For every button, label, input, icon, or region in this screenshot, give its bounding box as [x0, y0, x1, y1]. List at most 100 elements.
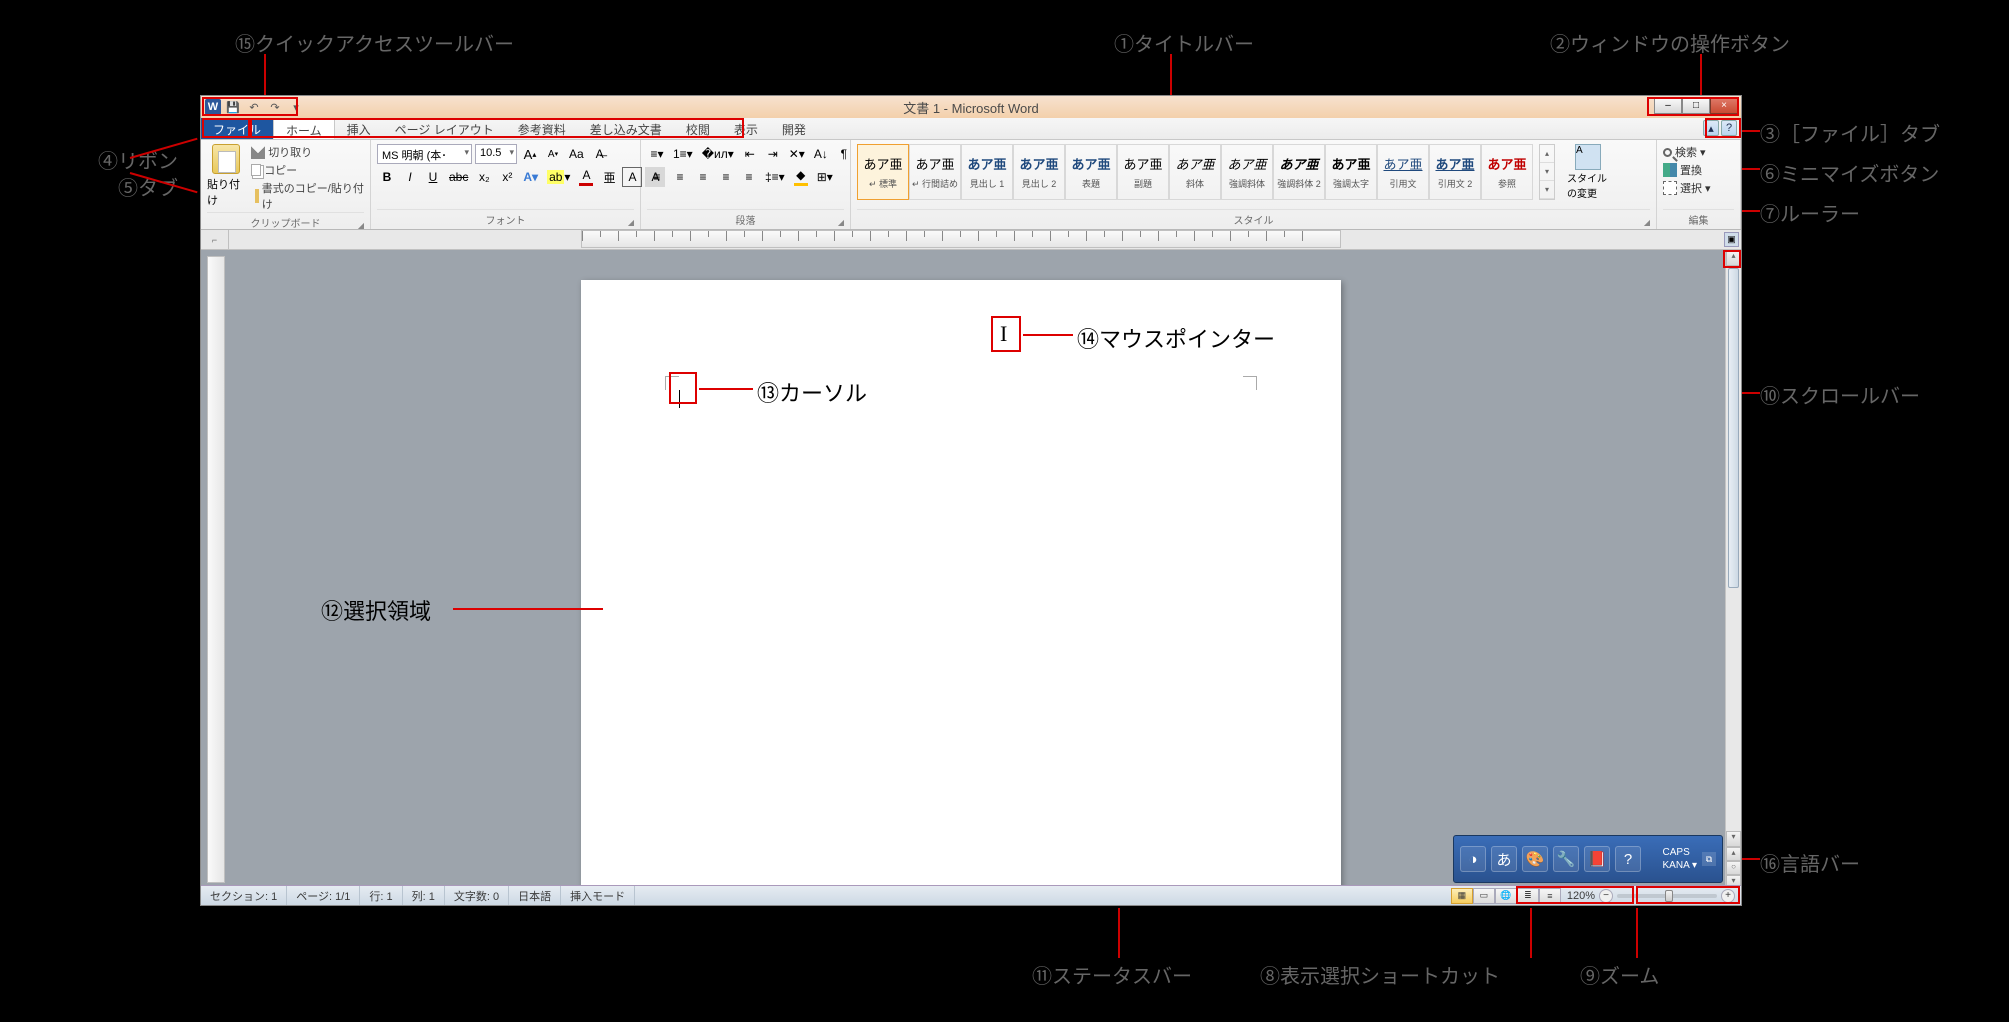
word-app-icon[interactable]: W — [205, 99, 221, 115]
status-insert-mode[interactable]: 挿入モード — [561, 886, 635, 905]
line-spacing-button[interactable]: ‡≡▾ — [762, 167, 788, 187]
horizontal-ruler[interactable] — [581, 230, 1341, 248]
font-size-combo[interactable]: 10.5 — [475, 144, 517, 164]
style-item-11[interactable]: あア亜引用文 2 — [1429, 144, 1481, 200]
view-outline[interactable]: ≣ — [1517, 888, 1539, 904]
cut-button[interactable]: 切り取り — [251, 144, 364, 160]
style-item-12[interactable]: あア亜参照 — [1481, 144, 1533, 200]
superscript-button[interactable]: x² — [497, 167, 517, 187]
ime-tool-button[interactable]: 🎨 — [1522, 846, 1548, 872]
style-item-5[interactable]: あア亜副題 — [1117, 144, 1169, 200]
paste-button[interactable]: 貼り付け — [207, 144, 245, 208]
style-item-2[interactable]: あア亜見出し 1 — [961, 144, 1013, 200]
view-draft[interactable]: ≡ — [1539, 888, 1561, 904]
help-button[interactable]: ? — [1721, 120, 1737, 136]
underline-button[interactable]: U — [423, 167, 443, 187]
qat-save-button[interactable]: 💾 — [224, 99, 242, 115]
style-item-3[interactable]: あア亜見出し 2 — [1013, 144, 1065, 200]
increase-indent-button[interactable]: ⇥ — [763, 144, 783, 164]
status-page[interactable]: ページ: 1/1 — [287, 886, 360, 905]
multilevel-list-button[interactable]: �ил▾ — [699, 144, 737, 164]
view-print-layout[interactable]: ▦ — [1451, 888, 1473, 904]
view-full-screen[interactable]: ▭ — [1473, 888, 1495, 904]
style-item-0[interactable]: あア亜↵ 標準 — [857, 144, 909, 200]
status-line[interactable]: 行: 1 — [360, 886, 402, 905]
ime-language-bar[interactable]: ◑ あ 🎨 🔧 📕 ? CAPS KANA ▾ ⧉ — [1453, 835, 1723, 883]
tab-selector[interactable]: ⌐ — [201, 230, 229, 250]
ime-mode-button[interactable]: あ — [1491, 846, 1517, 872]
bold-button[interactable]: B — [377, 167, 397, 187]
scroll-down-button[interactable]: ▾ — [1726, 831, 1741, 847]
tab-developer[interactable]: 開発 — [770, 118, 818, 139]
zoom-percent[interactable]: 120% — [1567, 890, 1595, 902]
shrink-font-button[interactable]: A▾ — [543, 144, 563, 164]
style-item-1[interactable]: あア亜↵ 行間詰め — [909, 144, 961, 200]
tab-home[interactable]: ホーム — [273, 118, 335, 139]
text-effects-button[interactable]: A▾ — [520, 167, 541, 187]
styles-scroll-up[interactable]: ▴ — [1540, 145, 1554, 163]
ime-help-button[interactable]: ? — [1615, 846, 1641, 872]
tab-insert[interactable]: 挿入 — [335, 118, 383, 139]
styles-expand[interactable]: ▾ — [1540, 181, 1554, 199]
ime-input-mode-icon[interactable]: ◑ — [1460, 846, 1486, 872]
clear-formatting-button[interactable]: A̶ — [590, 144, 610, 164]
change-case-button[interactable]: Aa — [566, 144, 587, 164]
scroll-up-button[interactable]: ▴ — [1726, 250, 1741, 266]
shading-button[interactable]: ◆ — [791, 167, 811, 187]
style-item-4[interactable]: あア亜表題 — [1065, 144, 1117, 200]
ime-caps-indicator[interactable]: CAPS — [1663, 847, 1697, 858]
highlight-button[interactable]: ab▾ — [544, 167, 573, 187]
font-name-combo[interactable]: MS 明朝 (本･ — [377, 144, 472, 164]
phonetic-guide-button[interactable]: 亜 — [599, 167, 619, 187]
tab-mailings[interactable]: 差し込み文書 — [578, 118, 674, 139]
sort-button[interactable]: A↓ — [811, 144, 831, 164]
ime-pad-button[interactable]: 🔧 — [1553, 846, 1579, 872]
view-web-layout[interactable]: 🌐 — [1495, 888, 1517, 904]
justify-button[interactable]: ≡ — [716, 167, 736, 187]
style-item-7[interactable]: あア亜強調斜体 — [1221, 144, 1273, 200]
scroll-thumb[interactable] — [1728, 268, 1739, 588]
style-item-8[interactable]: あア亜強調斜体 2 — [1273, 144, 1325, 200]
zoom-in-button[interactable]: + — [1721, 889, 1735, 903]
minimize-button[interactable]: – — [1654, 97, 1682, 114]
font-color-button[interactable]: A — [576, 167, 596, 187]
select-button[interactable]: 選択 ▾ — [1663, 180, 1711, 196]
tab-file[interactable]: ファイル — [201, 118, 273, 139]
italic-button[interactable]: I — [400, 167, 420, 187]
borders-button[interactable]: ⊞▾ — [814, 167, 836, 187]
zoom-slider[interactable] — [1617, 894, 1717, 898]
format-painter-button[interactable]: 書式のコピー/貼り付け — [251, 180, 364, 212]
numbering-button[interactable]: 1≡▾ — [670, 144, 696, 164]
status-section[interactable]: セクション: 1 — [201, 886, 287, 905]
style-item-9[interactable]: あア亜強調太字 — [1325, 144, 1377, 200]
tab-page-layout[interactable]: ページ レイアウト — [383, 118, 506, 139]
prev-page-button[interactable]: ▴ — [1726, 847, 1741, 861]
align-left-button[interactable]: ≡ — [647, 167, 667, 187]
qat-redo-button[interactable]: ↷ — [266, 99, 284, 115]
minimize-ribbon-button[interactable]: ▴ — [1703, 120, 1719, 136]
align-center-button[interactable]: ≡ — [670, 167, 690, 187]
browse-object-button[interactable]: ○ — [1726, 861, 1741, 875]
zoom-slider-knob[interactable] — [1665, 890, 1673, 902]
qat-undo-button[interactable]: ↶ — [245, 99, 263, 115]
char-border-button[interactable]: A — [622, 167, 642, 187]
font-launcher[interactable]: ◢ — [628, 218, 634, 227]
ime-dict-button[interactable]: 📕 — [1584, 846, 1610, 872]
status-language[interactable]: 日本語 — [509, 886, 561, 905]
ime-restore-button[interactable]: ⧉ — [1702, 852, 1716, 866]
bullets-button[interactable]: ≡▾ — [647, 144, 667, 164]
style-item-10[interactable]: あア亜引用文 — [1377, 144, 1429, 200]
grow-font-button[interactable]: A▴ — [520, 144, 540, 164]
align-right-button[interactable]: ≡ — [693, 167, 713, 187]
status-words[interactable]: 文字数: 0 — [445, 886, 509, 905]
asian-layout-x-button[interactable]: ✕▾ — [786, 144, 808, 164]
document-page[interactable] — [581, 280, 1341, 889]
find-button[interactable]: 検索 ▾ — [1663, 144, 1711, 160]
maximize-button[interactable]: □ — [1682, 97, 1710, 114]
decrease-indent-button[interactable]: ⇤ — [740, 144, 760, 164]
copy-button[interactable]: コピー — [251, 162, 364, 178]
tab-review[interactable]: 校閲 — [674, 118, 722, 139]
clipboard-launcher[interactable]: ◢ — [358, 221, 364, 230]
strikethrough-button[interactable]: abc — [446, 167, 471, 187]
style-item-6[interactable]: あア亜斜体 — [1169, 144, 1221, 200]
